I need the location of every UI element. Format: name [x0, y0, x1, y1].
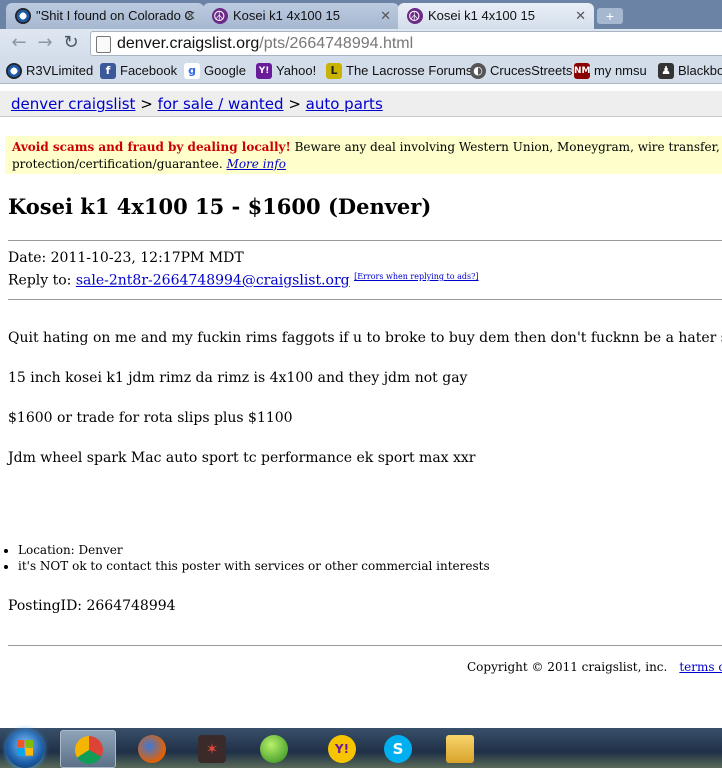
posting-id: PostingID: 2664748994	[8, 598, 176, 614]
bookmark-facebook[interactable]: f Facebook	[98, 59, 177, 83]
lacrosse-forums-icon: L	[326, 63, 342, 79]
close-icon[interactable]: ✕	[185, 3, 196, 29]
url-text[interactable]: denver.craigslist.org/pts/2664748994.htm…	[117, 32, 413, 55]
no-contact-notice: it's NOT ok to contact this poster with …	[18, 558, 490, 574]
breadcrumb-separator: >	[135, 95, 158, 113]
posting-body-line: Jdm wheel spark Mac auto sport tc perfor…	[8, 450, 476, 466]
posting-body-line: 15 inch kosei k1 jdm rimz da rimz is 4x1…	[8, 370, 468, 386]
bookmark-my-nmsu[interactable]: NM my nmsu	[572, 59, 647, 83]
bmw-icon	[6, 63, 22, 79]
bookmark-label: Google	[204, 63, 246, 78]
tab-kosei-1[interactable]: Kosei k1 4x100 15 ✕	[203, 3, 399, 29]
tab-title: "Shit I found on Colorado C	[36, 8, 194, 23]
scam-warning-text: Beware any deal involving Western Union,…	[294, 140, 722, 154]
bookmark-label: Facebook	[120, 63, 178, 78]
reload-icon[interactable]: ↻	[60, 32, 82, 54]
posting-body-line: $1600 or trade for rota slips plus $1100	[8, 410, 293, 426]
reply-email-link[interactable]: sale-2nt8r-2664748994@craigslist.org	[76, 273, 350, 289]
posting-body-line: Quit hating on me and my fuckin rims fag…	[8, 330, 722, 346]
copyright-text: Copyright © 2011 craigslist, inc.	[467, 660, 668, 674]
firefox-icon	[138, 735, 166, 763]
taskbar-firefox[interactable]	[124, 730, 180, 768]
bookmark-r3vlimited[interactable]: R3VLimited	[4, 59, 93, 83]
bmw-favicon-icon	[15, 8, 31, 24]
reply-to-label: Reply to:	[8, 272, 76, 289]
bookmark-lacrosse-forums[interactable]: L The Lacrosse Forums	[324, 59, 472, 83]
reply-to-line: Reply to: sale-2nt8r-2664748994@craigsli…	[8, 272, 479, 289]
bookmark-label: Blackboa	[678, 63, 722, 78]
bookmark-yahoo[interactable]: Y! Yahoo!	[254, 59, 316, 83]
bookmarks-bar: R3VLimited f Facebook g Google Y! Yahoo!…	[0, 59, 722, 84]
yahoo-icon: Y!	[256, 63, 272, 79]
skype-icon: S	[384, 735, 412, 763]
more-info-link[interactable]: More info	[227, 157, 286, 171]
windows-live-icon	[260, 735, 288, 763]
page-icon	[96, 36, 111, 53]
app-icon: ✶	[198, 735, 226, 763]
address-bar[interactable]: denver.craigslist.org/pts/2664748994.htm…	[90, 31, 722, 56]
taskbar-explorer[interactable]	[432, 730, 488, 768]
footer: Copyright © 2011 craigslist, inc. terms o…	[467, 660, 722, 674]
taskbar-chrome[interactable]	[60, 730, 116, 768]
windows-taskbar: ✶ Y! S	[0, 728, 722, 768]
scam-warning-bold: Avoid scams and fraud by dealing locally…	[12, 140, 291, 154]
facebook-icon: f	[100, 63, 116, 79]
scam-warning-line2: protection/certification/guarantee. More…	[12, 156, 722, 173]
url-path: /pts/2664748994.html	[259, 35, 414, 52]
new-tab-button[interactable]: +	[597, 8, 623, 24]
divider	[8, 299, 722, 300]
tab-title: Kosei k1 4x100 15	[233, 8, 340, 23]
posting-date: Date: 2011-10-23, 12:17PM MDT	[8, 250, 244, 266]
bookmark-label: R3VLimited	[26, 63, 94, 78]
tab-shit-i-found[interactable]: "Shit I found on Colorado C ✕	[6, 3, 204, 29]
yahoo-messenger-icon: Y!	[328, 735, 356, 763]
taskbar-skype[interactable]: S	[370, 730, 426, 768]
breadcrumb-denver-craigslist[interactable]: denver craigslist	[11, 95, 135, 113]
craigslist-peace-icon	[407, 3, 423, 29]
breadcrumb-auto-parts[interactable]: auto parts	[306, 95, 383, 113]
breadcrumb-for-sale-wanted[interactable]: for sale / wanted	[158, 95, 284, 113]
posting-blurbs: Location: Denver it's NOT ok to contact …	[0, 542, 490, 574]
bookmark-label: CrucesStreets	[490, 63, 573, 78]
close-icon[interactable]: ✕	[575, 3, 586, 29]
bookmark-blackboard[interactable]: ♟ Blackboa	[656, 59, 722, 83]
browser-toolbar: ← → ↻ denver.craigslist.org/pts/26647489…	[0, 29, 722, 59]
bookmark-google[interactable]: g Google	[182, 59, 246, 83]
breadcrumb-separator: >	[283, 95, 306, 113]
bookmark-label: my nmsu	[594, 63, 647, 78]
divider	[8, 240, 722, 241]
google-icon: g	[184, 63, 200, 79]
back-arrow-icon[interactable]: ←	[8, 32, 30, 54]
page-viewport: denver craigslist > for sale / wanted > …	[0, 84, 722, 728]
taskbar-windows-live[interactable]	[246, 730, 302, 768]
location-item: Location: Denver	[18, 542, 490, 558]
taskbar-yahoo-messenger[interactable]: Y!	[314, 730, 370, 768]
taskbar-app[interactable]: ✶	[184, 730, 240, 768]
forward-arrow-icon[interactable]: →	[34, 32, 56, 54]
divider	[8, 645, 722, 646]
scam-warning-line1: Avoid scams and fraud by dealing locally…	[12, 139, 722, 156]
tab-strip: "Shit I found on Colorado C ✕ Kosei k1 4…	[0, 0, 722, 29]
explorer-icon	[446, 735, 474, 763]
bookmark-label: The Lacrosse Forums	[346, 63, 473, 78]
start-button[interactable]	[6, 730, 44, 768]
bookmark-crucesstreets[interactable]: ◐ CrucesStreets	[468, 59, 572, 83]
terms-of-use-link[interactable]: terms of use	[679, 660, 722, 674]
scam-warning-box: Avoid scams and fraud by dealing locally…	[5, 136, 722, 174]
errors-replying-link[interactable]: [Errors when replying to ads?]	[354, 272, 478, 281]
nmsu-icon: NM	[574, 63, 591, 79]
tab-kosei-2[interactable]: Kosei k1 4x100 15 ✕	[398, 3, 594, 29]
crucesstreets-icon: ◐	[470, 63, 486, 79]
bookmark-label: Yahoo!	[276, 63, 317, 78]
chrome-icon	[75, 736, 103, 764]
close-icon[interactable]: ✕	[380, 3, 391, 29]
blackboard-icon: ♟	[658, 63, 674, 79]
url-host: denver.craigslist.org	[117, 35, 260, 52]
breadcrumb: denver craigslist > for sale / wanted > …	[0, 91, 722, 117]
craigslist-peace-icon	[212, 3, 228, 29]
scam-warning-text-2: protection/certification/guarantee.	[12, 157, 227, 171]
tab-title: Kosei k1 4x100 15	[428, 8, 535, 23]
posting-title: Kosei k1 4x100 15 - $1600 (Denver)	[8, 194, 432, 219]
